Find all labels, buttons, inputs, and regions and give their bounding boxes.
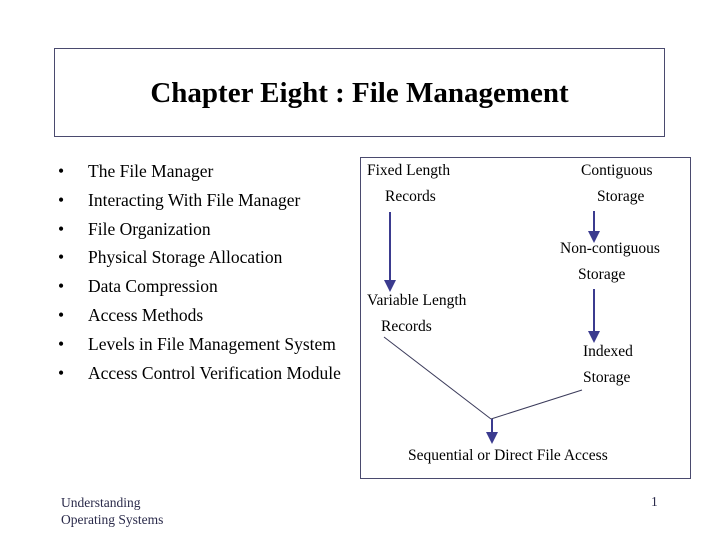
footer-line-2: Operating Systems bbox=[61, 512, 164, 527]
line-variable-to-merge bbox=[383, 336, 492, 420]
footer-book-title: Understanding Operating Systems bbox=[61, 494, 163, 528]
footer-line-1: Understanding bbox=[61, 495, 141, 510]
node-variable-records: Records bbox=[381, 318, 432, 335]
node-file-access: Sequential or Direct File Access bbox=[408, 447, 608, 464]
page-number: 1 bbox=[651, 494, 658, 509]
node-fixed-records: Records bbox=[385, 188, 436, 205]
line-indexed-to-merge bbox=[490, 389, 583, 420]
node-contiguous: Contiguous bbox=[581, 162, 653, 179]
node-indexed: Indexed bbox=[583, 343, 633, 360]
node-contiguous-storage: Storage bbox=[597, 188, 645, 205]
node-fixed-length: Fixed Length bbox=[367, 162, 451, 179]
node-indexed-storage: Storage bbox=[583, 369, 631, 386]
node-variable-length: Variable Length bbox=[367, 292, 467, 309]
node-noncontiguous-storage: Storage bbox=[578, 266, 626, 283]
node-noncontiguous: Non-contiguous bbox=[560, 240, 660, 257]
